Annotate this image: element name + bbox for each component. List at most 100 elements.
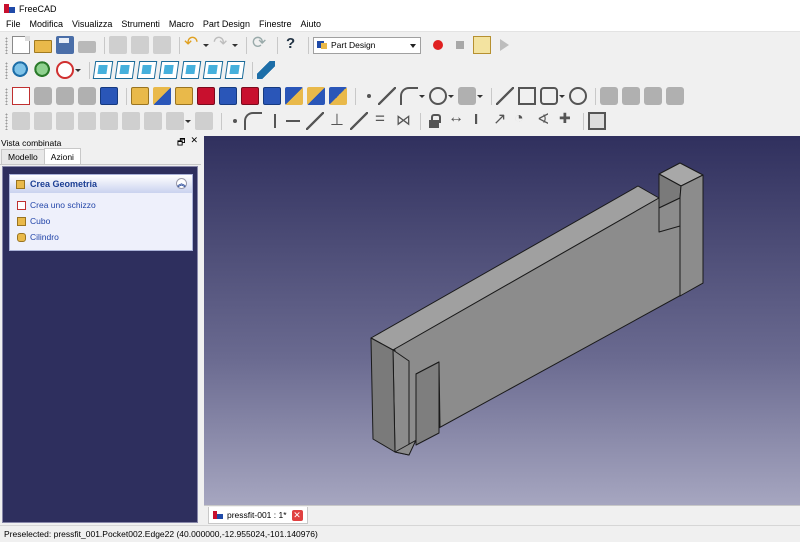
toolbar-grip[interactable] xyxy=(5,36,8,54)
select-elements-icon[interactable] xyxy=(144,112,162,130)
redo-dropdown-icon[interactable] xyxy=(232,36,238,54)
front-view-icon[interactable] xyxy=(114,61,136,79)
fit-all-icon[interactable] xyxy=(12,61,30,79)
constrain-vertical-icon[interactable] xyxy=(266,112,280,130)
task-create-sketch[interactable]: Crea uno schizzo xyxy=(10,197,192,213)
rear-view-icon[interactable] xyxy=(180,61,202,79)
undo-dropdown-icon[interactable] xyxy=(203,36,209,54)
menu-strumenti[interactable]: Strumenti xyxy=(118,19,163,29)
close-icon[interactable]: ✕ xyxy=(190,135,198,151)
top-view-icon[interactable] xyxy=(136,61,158,79)
clone-icon[interactable] xyxy=(166,112,184,130)
right-view-icon[interactable] xyxy=(158,61,180,79)
sketch-line-icon[interactable] xyxy=(378,87,396,105)
save-icon[interactable] xyxy=(56,36,74,54)
map-sketch-icon[interactable] xyxy=(56,87,74,105)
menu-file[interactable]: File xyxy=(3,19,24,29)
clone-dropdown-icon[interactable] xyxy=(185,112,191,130)
select-constraints-icon[interactable] xyxy=(12,112,30,130)
sketch-point-icon[interactable] xyxy=(360,87,374,105)
sketch-polygon-icon[interactable] xyxy=(540,87,558,105)
constrain-horizontal-distance-icon[interactable] xyxy=(447,109,465,130)
cut-icon[interactable] xyxy=(109,36,127,54)
constrain-tangent-icon[interactable] xyxy=(350,112,368,130)
whats-this-icon[interactable] xyxy=(282,35,300,54)
record-macro-icon[interactable] xyxy=(429,36,447,54)
task-create-cylinder[interactable]: Cilindro xyxy=(10,229,192,245)
constrain-equal-icon[interactable] xyxy=(372,109,390,130)
symmetry-icon[interactable] xyxy=(195,112,213,130)
open-folder-icon[interactable] xyxy=(34,40,52,53)
select-vertical-axis-icon[interactable] xyxy=(56,112,74,130)
collapse-icon[interactable]: ︽ xyxy=(176,178,187,189)
create-sketch-icon[interactable] xyxy=(12,87,30,105)
workbench-selector[interactable]: Part Design xyxy=(313,36,421,54)
copy-icon[interactable] xyxy=(131,36,149,54)
print-icon[interactable] xyxy=(78,41,96,53)
body-icon[interactable] xyxy=(100,87,118,105)
validate-sketch-icon[interactable] xyxy=(34,87,52,105)
new-document-icon[interactable] xyxy=(12,36,30,54)
bottom-view-icon[interactable] xyxy=(202,61,224,79)
sketch-conic-icon[interactable] xyxy=(458,87,476,105)
document-tab[interactable]: pressfit-001 : 1* ✕ xyxy=(208,507,308,524)
additive-pipe-icon[interactable] xyxy=(197,87,215,105)
additive-loft-icon[interactable] xyxy=(175,87,193,105)
select-horizontal-axis-icon[interactable] xyxy=(78,112,96,130)
menu-aiuto[interactable]: Aiuto xyxy=(297,19,324,29)
pad-icon[interactable] xyxy=(131,87,149,105)
sketch-arc-icon[interactable] xyxy=(400,87,418,105)
paste-icon[interactable] xyxy=(153,36,171,54)
select-redundant-icon[interactable] xyxy=(100,112,118,130)
constrain-snell-icon[interactable] xyxy=(557,110,575,130)
close-tab-icon[interactable]: ✕ xyxy=(291,509,303,521)
constrain-parallel-icon[interactable] xyxy=(306,112,324,130)
sketch-fillet-icon[interactable] xyxy=(600,87,618,105)
sketch-polyline-icon[interactable] xyxy=(496,87,514,105)
constrain-perpendicular-icon[interactable] xyxy=(328,110,346,130)
constrain-lock-icon[interactable] xyxy=(425,112,443,130)
constrain-point-on-object-icon[interactable] xyxy=(244,112,262,130)
groove-icon[interactable] xyxy=(263,87,281,105)
stop-macro-icon[interactable] xyxy=(451,36,469,54)
isometric-view-icon[interactable] xyxy=(92,61,114,79)
tab-azioni[interactable]: Azioni xyxy=(43,148,81,164)
toolbar-grip[interactable] xyxy=(5,112,8,130)
toolbar-grip[interactable] xyxy=(5,87,8,105)
constrain-angle-icon[interactable] xyxy=(535,110,553,130)
sketch-slot-icon[interactable] xyxy=(569,87,587,105)
draw-style-dropdown-icon[interactable] xyxy=(75,61,81,79)
circle-dropdown-icon[interactable] xyxy=(448,87,454,105)
run-macro-icon[interactable] xyxy=(495,36,513,54)
draw-style-icon[interactable] xyxy=(56,61,74,79)
redo-icon[interactable] xyxy=(213,33,231,54)
constrain-distance-icon[interactable] xyxy=(491,109,509,130)
sketch-external-icon[interactable] xyxy=(644,87,662,105)
refresh-icon[interactable] xyxy=(251,33,269,54)
undo-icon[interactable] xyxy=(184,33,202,54)
menu-finestre[interactable]: Finestre xyxy=(256,19,295,29)
constrain-vertical-distance-icon[interactable] xyxy=(469,111,487,130)
select-origin-icon[interactable] xyxy=(34,112,52,130)
arc-dropdown-icon[interactable] xyxy=(419,87,425,105)
task-box-header[interactable]: Crea Geometria ︽ xyxy=(10,175,192,193)
subtractive-loft-icon[interactable] xyxy=(285,87,303,105)
constrain-radius-icon[interactable] xyxy=(513,110,531,130)
3d-viewport[interactable] xyxy=(204,136,800,505)
select-conflicting-icon[interactable] xyxy=(122,112,140,130)
menu-visualizza[interactable]: Visualizza xyxy=(69,19,115,29)
undock-icon[interactable]: 🗗 xyxy=(177,135,185,151)
fillet-icon[interactable] xyxy=(307,87,325,105)
revolution-icon[interactable] xyxy=(153,87,171,105)
menu-macro[interactable]: Macro xyxy=(166,19,197,29)
fit-selection-icon[interactable] xyxy=(34,61,52,79)
task-create-cube[interactable]: Cubo xyxy=(10,213,192,229)
toolbar-grip[interactable] xyxy=(5,61,8,79)
constrain-coincident-icon[interactable] xyxy=(226,112,240,130)
pressfit-model[interactable] xyxy=(204,136,800,505)
measure-distance-icon[interactable] xyxy=(257,61,275,79)
chamfer-icon[interactable] xyxy=(329,87,347,105)
tab-modello[interactable]: Modello xyxy=(1,149,45,164)
reorient-sketch-icon[interactable] xyxy=(78,87,96,105)
sketch-trim-icon[interactable] xyxy=(622,87,640,105)
